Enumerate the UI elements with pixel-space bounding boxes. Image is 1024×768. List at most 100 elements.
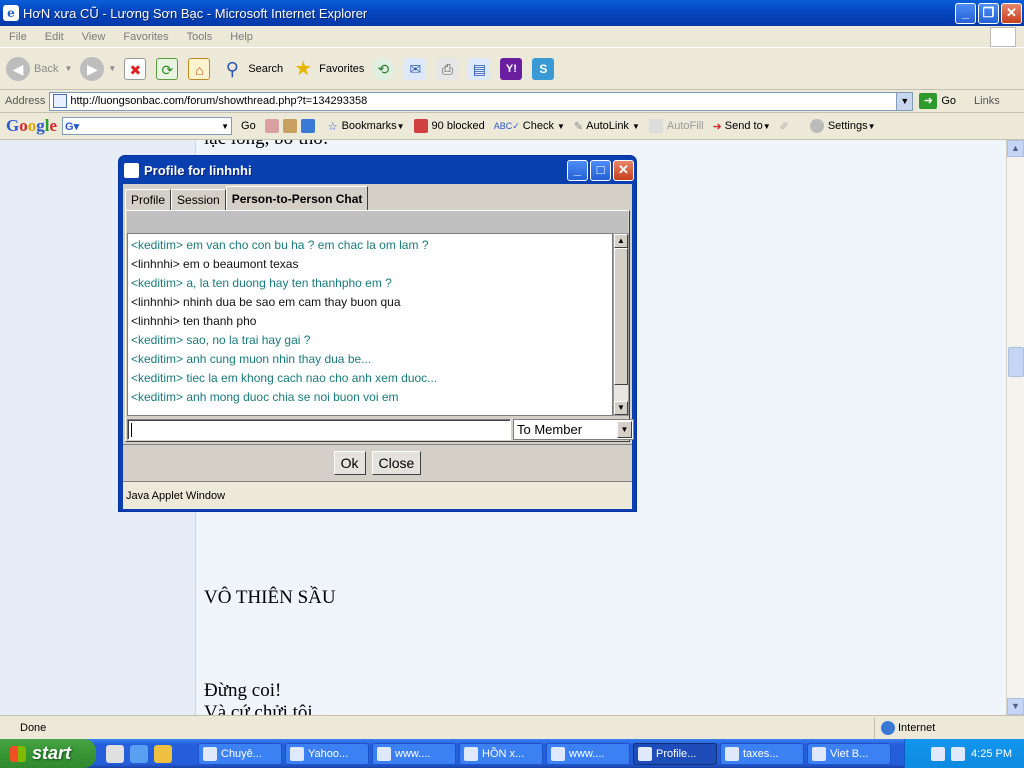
- maximize-button[interactable]: ❐: [978, 2, 999, 24]
- windows-logo-icon: [990, 27, 1016, 47]
- yahoo-icon[interactable]: Y!: [500, 57, 523, 80]
- tray-app-icon[interactable]: [931, 746, 946, 761]
- links-button[interactable]: Links: [974, 95, 1000, 107]
- dropdown-arrow-icon[interactable]: ▼: [64, 64, 72, 73]
- taskbar-button[interactable]: Profile...: [633, 742, 717, 765]
- close-window-button[interactable]: ✕: [1001, 2, 1022, 24]
- ok-button[interactable]: Ok: [333, 451, 366, 475]
- recipient-select[interactable]: To Member ▼: [513, 419, 634, 440]
- dialog-close-button[interactable]: ✕: [613, 159, 634, 181]
- highlight-button[interactable]: ✐: [780, 120, 801, 133]
- scroll-thumb[interactable]: [1008, 347, 1024, 377]
- message-input[interactable]: [127, 419, 511, 440]
- tab-person-to-person-chat[interactable]: Person-to-Person Chat: [225, 186, 369, 210]
- address-input[interactable]: http://luongsonbac.com/forum/showthread.…: [49, 91, 914, 111]
- post-line-2: Và cứ chửi tôi,: [204, 702, 318, 715]
- taskbar: start Chuyê... Yahoo... www.... HỒN x... www…: [0, 739, 1024, 768]
- chat-message: <keditim> sao, no la trai hay gai ?: [131, 333, 311, 347]
- back-button[interactable]: ◀ Back ▼: [6, 56, 72, 81]
- bookmarks-button[interactable]: ☆ Bookmarks ▼: [328, 120, 405, 133]
- chat-scrollbar[interactable]: ▲ ▼: [613, 233, 629, 416]
- taskbar-button[interactable]: Viet B...: [807, 742, 891, 765]
- menu-file[interactable]: File: [0, 31, 36, 43]
- print-icon[interactable]: ⎙: [436, 57, 459, 80]
- chat-scroll-down[interactable]: ▼: [614, 401, 628, 415]
- history-icon[interactable]: ⟲: [372, 57, 395, 80]
- google-logo[interactable]: Google: [6, 116, 57, 136]
- forward-button[interactable]: ▶ ▼: [80, 56, 116, 81]
- go-arrow-icon: ➜: [919, 93, 938, 109]
- applet-warning-label: Java Applet Window: [123, 482, 632, 509]
- menu-view[interactable]: View: [73, 31, 115, 43]
- refresh-icon[interactable]: ⟳: [156, 57, 179, 80]
- tab-profile[interactable]: Profile: [125, 189, 172, 210]
- settings-button[interactable]: Settings ▼: [809, 119, 876, 133]
- chevron-down-icon[interactable]: ▼: [221, 122, 229, 131]
- stop-icon[interactable]: ✖: [124, 57, 147, 80]
- address-dropdown-icon[interactable]: ▼: [896, 92, 913, 110]
- taskbar-button[interactable]: www....: [546, 742, 630, 765]
- page-icon: [53, 94, 68, 108]
- scroll-up-arrow[interactable]: ▲: [1007, 140, 1024, 157]
- task-list: Chuyê... Yahoo... www.... HỒN x... www.... Pr…: [198, 742, 894, 765]
- chat-icon: [300, 119, 315, 133]
- chevron-down-icon[interactable]: ▼: [617, 421, 632, 438]
- tab-session[interactable]: Session: [171, 189, 226, 210]
- page-scrollbar[interactable]: ▲ ▼: [1006, 140, 1024, 715]
- mail-icon[interactable]: ✉: [404, 57, 427, 80]
- skype-icon[interactable]: S: [532, 57, 555, 80]
- sendto-button[interactable]: ➜ Send to ▼: [713, 120, 771, 133]
- task-label: Profile...: [656, 747, 697, 760]
- menu-tools[interactable]: Tools: [178, 31, 222, 43]
- quicklaunch-ie-icon[interactable]: [130, 744, 148, 763]
- chevron-down-icon: ▼: [631, 121, 640, 131]
- scroll-down-arrow[interactable]: ▼: [1007, 698, 1024, 715]
- menu-edit[interactable]: Edit: [36, 31, 73, 43]
- chat-scroll-up[interactable]: ▲: [614, 234, 628, 248]
- google-go-button[interactable]: Go: [241, 120, 256, 132]
- autolink-button[interactable]: ✎ AutoLink ▼: [574, 120, 640, 133]
- favorites-label: Favorites: [319, 62, 365, 75]
- dialog-minimize-button[interactable]: _: [567, 159, 588, 181]
- taskbar-button[interactable]: Chuyê...: [198, 742, 282, 765]
- chat-scroll-thumb[interactable]: [614, 248, 628, 385]
- quicklaunch-app-icon[interactable]: [106, 744, 124, 763]
- autolink-label: AutoLink: [586, 120, 629, 132]
- address-url[interactable]: http://luongsonbac.com/forum/showthread.…: [70, 95, 896, 107]
- google-search-input[interactable]: G▾ ▼: [62, 117, 233, 135]
- star-outline-icon: ☆: [327, 120, 338, 133]
- start-button[interactable]: start: [0, 739, 96, 768]
- dialog-maximize-button[interactable]: □: [590, 159, 611, 181]
- home-icon[interactable]: ⌂: [188, 57, 211, 80]
- menu-help[interactable]: Help: [221, 31, 262, 43]
- windows-flag-icon: [10, 745, 26, 762]
- minimize-button[interactable]: _: [955, 2, 976, 24]
- quicklaunch-folder-icon[interactable]: [154, 744, 172, 763]
- chat-message: <keditim> anh cung muon nhin thay dua be…: [131, 352, 372, 366]
- pagerank-icon: [264, 119, 279, 133]
- tray-java-icon[interactable]: [951, 746, 966, 761]
- popup-blocker-button[interactable]: 90 blocked: [413, 119, 485, 133]
- google-extra-buttons[interactable]: [264, 119, 319, 133]
- dialog-title-bar[interactable]: Profile for linhnhi _ □ ✕: [119, 156, 636, 184]
- task-icon: [377, 746, 391, 761]
- google-g-icon: G▾: [65, 120, 80, 133]
- taskbar-button[interactable]: taxes...: [720, 742, 804, 765]
- menu-favorites[interactable]: Favorites: [114, 31, 177, 43]
- spellcheck-button[interactable]: ABC✓ Check ▼: [494, 120, 565, 132]
- taskbar-button[interactable]: HỒN x...: [459, 742, 543, 765]
- favorites-button[interactable]: ★ Favorites: [291, 57, 364, 81]
- post-line-1: Đừng coi!: [204, 680, 282, 701]
- go-button[interactable]: ➜ Go: [919, 93, 956, 109]
- taskbar-button[interactable]: Yahoo...: [285, 742, 369, 765]
- autofill-button[interactable]: AutoFill: [648, 119, 704, 133]
- chat-log: <keditim> em van cho con bu ha ? em chac…: [127, 233, 613, 416]
- chat-message: <linhnhi> em o beaumont texas: [131, 257, 299, 271]
- google-go-label: Go: [241, 120, 256, 132]
- menu-bar: File Edit View Favorites Tools Help: [0, 26, 1024, 48]
- dropdown-arrow-icon[interactable]: ▼: [108, 64, 116, 73]
- edit-icon[interactable]: ▤: [468, 57, 491, 80]
- search-button[interactable]: ⚲ Search: [220, 57, 283, 81]
- taskbar-button[interactable]: www....: [372, 742, 456, 765]
- close-button[interactable]: Close: [371, 451, 422, 475]
